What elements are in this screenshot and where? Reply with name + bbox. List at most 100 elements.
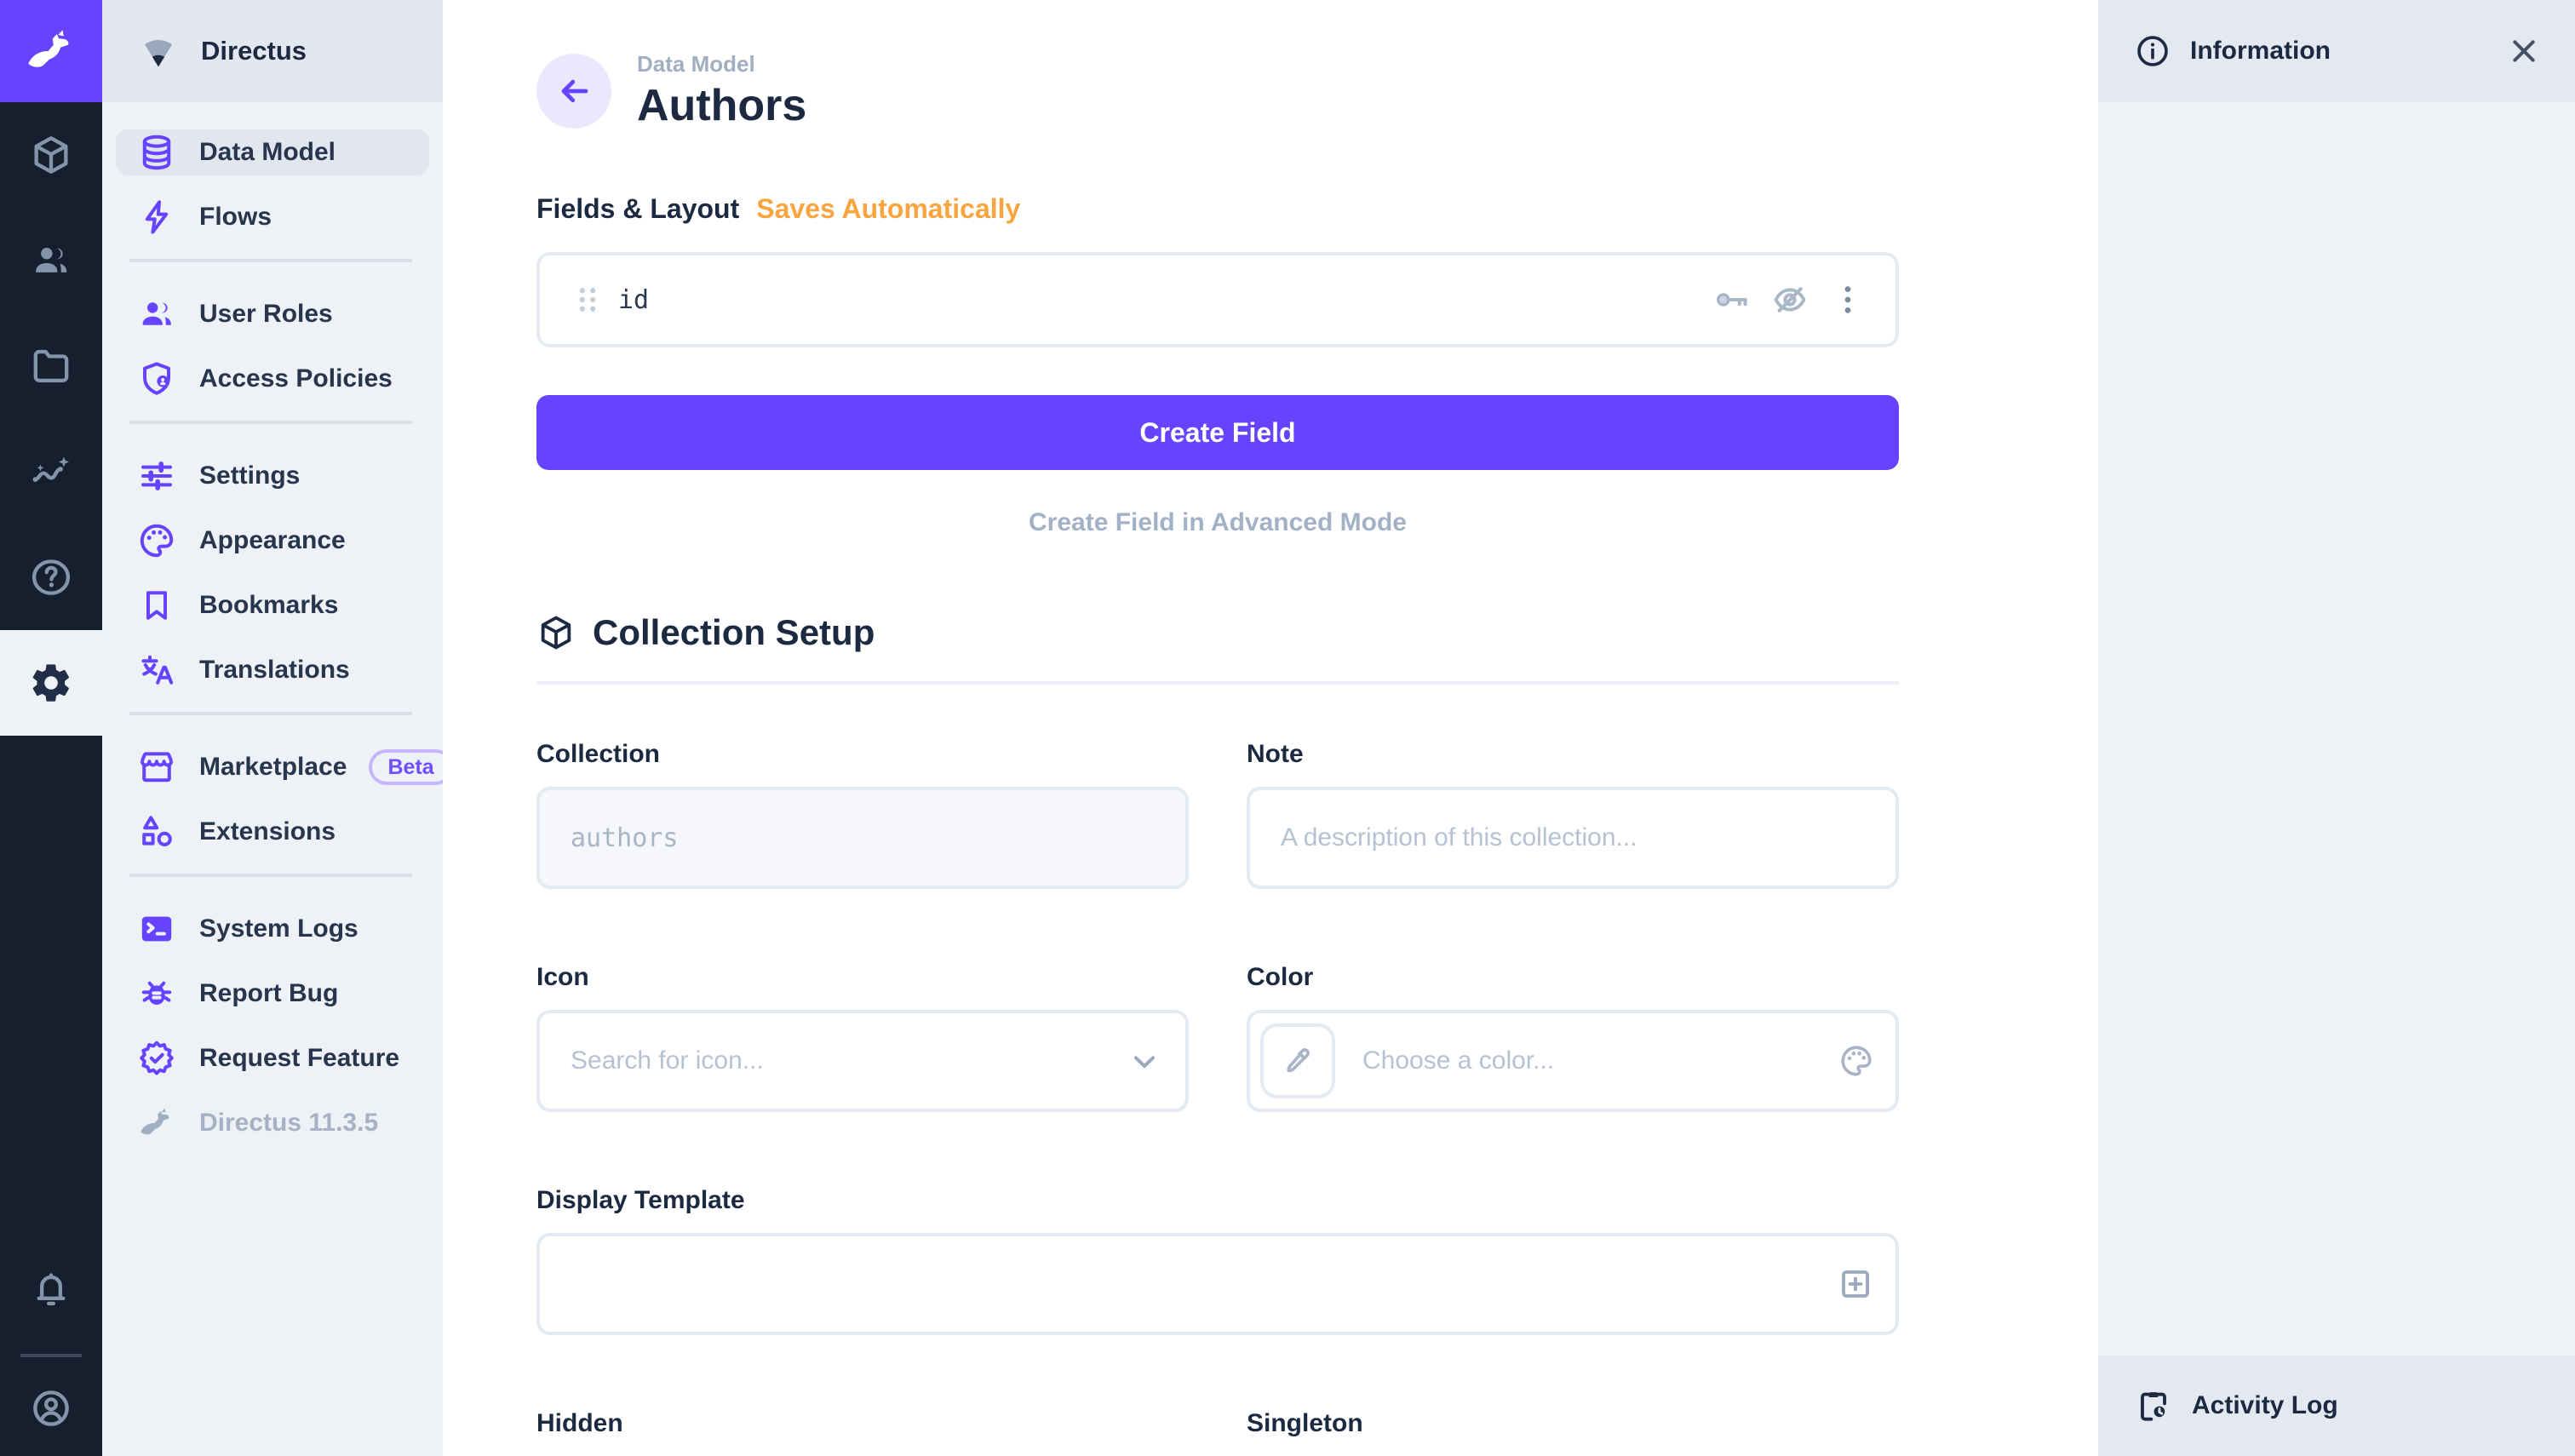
sidebar-item-bookmarks[interactable]: Bookmarks xyxy=(116,582,429,628)
key-icon xyxy=(1712,279,1752,320)
info-icon xyxy=(2134,32,2171,70)
module-bar xyxy=(0,0,102,1456)
sidebar-item-label: Flows xyxy=(199,203,272,232)
create-field-advanced-link[interactable]: Create Field in Advanced Mode xyxy=(536,507,1899,538)
icon-search-input[interactable] xyxy=(536,1010,1189,1112)
sidebar-item-access-policies[interactable]: Access Policies xyxy=(116,356,429,402)
sidebar-item-translations[interactable]: Translations xyxy=(116,647,429,693)
collection-setup-title: Collection Setup xyxy=(593,611,875,654)
collection-input[interactable] xyxy=(536,787,1189,889)
module-notifications[interactable] xyxy=(0,1241,102,1337)
field-row-icons xyxy=(1712,279,1868,320)
sidebar-item-request-feature[interactable]: Request Feature xyxy=(116,1035,429,1081)
sidebar-version: Directus 11.3.5 xyxy=(116,1100,429,1146)
gear-icon xyxy=(29,661,73,705)
singleton-label: Singleton xyxy=(1247,1408,1899,1439)
module-insights[interactable] xyxy=(0,419,102,525)
box-icon xyxy=(29,133,73,177)
collection-label: Collection xyxy=(536,739,1189,770)
sidebar: Directus Data Model Flows User Roles Acc… xyxy=(102,0,443,1456)
project-switcher[interactable]: Directus xyxy=(102,0,443,102)
eyedropper-icon[interactable] xyxy=(1260,1023,1335,1098)
activity-log-button[interactable]: Activity Log xyxy=(2098,1356,2575,1456)
activity-log-label: Activity Log xyxy=(2192,1391,2338,1420)
directus-logo[interactable] xyxy=(0,0,102,102)
fields-layout-title: Fields & Layout xyxy=(536,192,739,225)
singleton-field: Singleton xyxy=(1247,1408,1899,1456)
display-template-input[interactable] xyxy=(536,1233,1899,1335)
fields-layout-heading: Fields & Layout Saves Automatically xyxy=(536,192,1899,225)
sidebar-item-user-roles[interactable]: User Roles xyxy=(116,291,429,337)
module-settings[interactable] xyxy=(0,630,102,736)
close-icon[interactable] xyxy=(2505,32,2543,70)
sidebar-item-label: Request Feature xyxy=(199,1044,399,1073)
note-label: Note xyxy=(1247,739,1899,770)
sidebar-item-label: Bookmarks xyxy=(199,591,338,620)
bell-icon xyxy=(29,1267,73,1311)
sidebar-item-flows[interactable]: Flows xyxy=(116,194,429,240)
add-box-icon[interactable] xyxy=(1836,1264,1875,1304)
terminal-icon xyxy=(136,909,177,949)
seal-check-icon xyxy=(136,1038,177,1079)
help-icon xyxy=(29,555,73,599)
sidebar-divider xyxy=(129,421,412,424)
bolt-icon xyxy=(136,197,177,238)
collection-setup-heading: Collection Setup xyxy=(536,611,1899,654)
info-panel-body xyxy=(2098,102,2575,1356)
page-header: Data Model Authors xyxy=(536,51,2098,131)
module-users[interactable] xyxy=(0,208,102,313)
sidebar-divider xyxy=(129,712,412,715)
sidebar-item-settings[interactable]: Settings xyxy=(116,453,429,499)
category-icon xyxy=(136,811,177,852)
icon-field: Icon xyxy=(536,962,1189,1112)
module-account[interactable] xyxy=(0,1361,102,1456)
folder-icon xyxy=(29,344,73,388)
form-row-3: Hidden Singleton xyxy=(536,1408,1899,1456)
more-vert-icon[interactable] xyxy=(1827,279,1868,320)
form-row-1: Collection Note xyxy=(536,739,1899,889)
module-help[interactable] xyxy=(0,525,102,630)
field-row-id[interactable]: id xyxy=(536,252,1899,347)
module-content[interactable] xyxy=(0,102,102,208)
info-panel: Information Activity Log xyxy=(2098,0,2575,1456)
sidebar-item-label: System Logs xyxy=(199,914,358,943)
color-label: Color xyxy=(1247,962,1899,993)
insights-icon xyxy=(29,450,73,494)
module-bar-spacer xyxy=(0,736,102,1241)
visibility-off-icon[interactable] xyxy=(1769,279,1810,320)
note-input[interactable] xyxy=(1247,787,1899,889)
sidebar-item-report-bug[interactable]: Report Bug xyxy=(116,971,429,1017)
color-input[interactable] xyxy=(1247,1010,1899,1112)
sidebar-item-label: Appearance xyxy=(199,526,346,555)
sidebar-item-extensions[interactable]: Extensions xyxy=(116,809,429,855)
palette-icon xyxy=(136,520,177,561)
sidebar-item-data-model[interactable]: Data Model xyxy=(116,129,429,175)
autosave-note: Saves Automatically xyxy=(756,192,1020,225)
color-field: Color xyxy=(1247,962,1899,1112)
sidebar-item-appearance[interactable]: Appearance xyxy=(116,518,429,564)
create-field-button[interactable]: Create Field xyxy=(536,395,1899,470)
people-icon xyxy=(136,294,177,335)
chevron-down-icon[interactable] xyxy=(1124,1040,1165,1081)
clipboard-clock-icon xyxy=(2134,1386,2173,1425)
breadcrumb: Data Model xyxy=(637,51,806,77)
sidebar-item-label: Settings xyxy=(199,461,300,490)
database-icon xyxy=(136,132,177,173)
icon-label: Icon xyxy=(536,962,1189,993)
module-files[interactable] xyxy=(0,313,102,419)
directus-app: Directus Data Model Flows User Roles Acc… xyxy=(0,0,2575,1456)
sidebar-item-label: Extensions xyxy=(199,817,335,846)
sidebar-divider xyxy=(129,874,412,877)
display-template-field: Display Template xyxy=(536,1185,1899,1335)
tune-icon xyxy=(136,456,177,496)
translate-icon xyxy=(136,650,177,691)
main-content: Data Model Authors Fields & Layout Saves… xyxy=(443,0,2098,1456)
note-field: Note xyxy=(1247,739,1899,889)
project-name: Directus xyxy=(201,36,307,66)
box-icon xyxy=(536,613,576,652)
drag-handle-icon[interactable] xyxy=(567,279,608,320)
back-button[interactable] xyxy=(536,54,611,129)
sidebar-item-system-logs[interactable]: System Logs xyxy=(116,906,429,952)
account-circle-icon xyxy=(29,1386,73,1430)
sidebar-item-marketplace[interactable]: Marketplace Beta xyxy=(116,744,429,790)
